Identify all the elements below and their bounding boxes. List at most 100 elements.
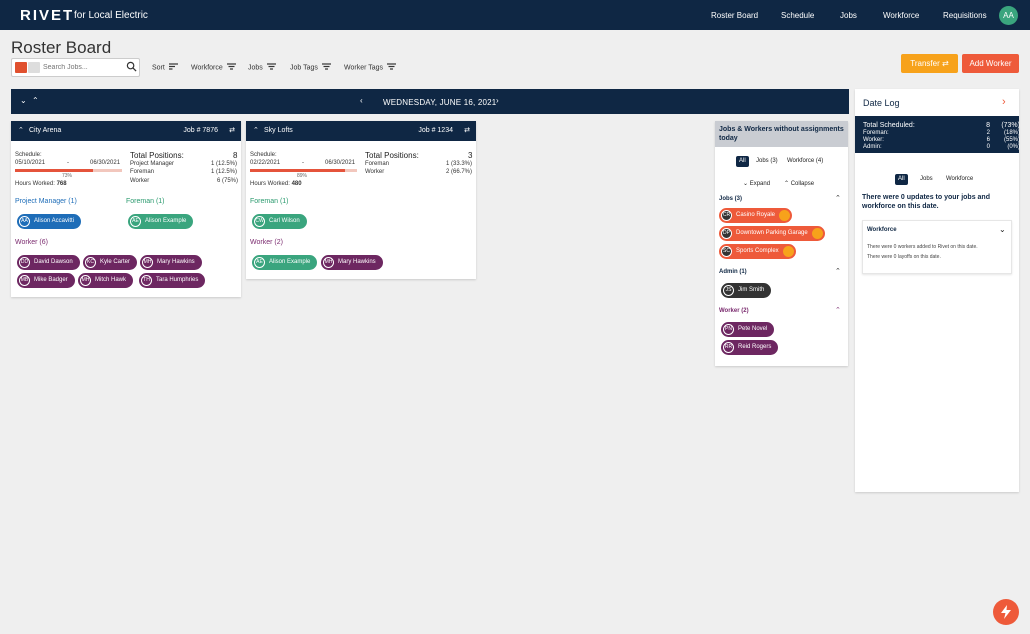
worker-name: Alison Example: [145, 218, 187, 224]
workforce-log-title: Workforce: [867, 227, 897, 233]
user-avatar[interactable]: AA: [999, 6, 1018, 25]
nav-requisitions[interactable]: Requisitions: [943, 11, 987, 20]
summary-key: Worker:: [863, 137, 884, 143]
worker-name: Alison Accavitti: [34, 218, 75, 224]
section-jobs: Jobs (3): [719, 196, 743, 202]
tab-workforce[interactable]: Workforce: [943, 174, 976, 185]
chevron-up-icon[interactable]: ⌃: [835, 306, 841, 314]
transfer-icon[interactable]: ⇄: [229, 126, 235, 134]
schedule-progress-bar: [250, 169, 357, 172]
worker-chip[interactable]: RR Reid Rogers: [721, 340, 779, 355]
date-log-message: There were 0 updates to your jobs and wo…: [862, 194, 990, 210]
worker-chip[interactable]: MB Mike Badger: [17, 273, 75, 288]
quick-action-button[interactable]: [993, 599, 1019, 625]
job-chip[interactable]: CR Casino Royale: [719, 208, 793, 223]
collapse-label: Collapse: [790, 181, 815, 187]
collapse-all-icon[interactable]: ⌃: [32, 96, 39, 105]
brand-logo[interactable]: RIVET: [20, 7, 74, 24]
workforce-log-line: There were 0 workers added to Rivet on t…: [867, 244, 978, 250]
worker-chip[interactable]: PN Pete Novel: [721, 322, 775, 337]
sort-filter[interactable]: Sort: [152, 63, 178, 72]
prev-date-icon[interactable]: ‹: [360, 96, 363, 105]
tab-all[interactable]: All: [736, 156, 749, 167]
worker-name: Mitch Hawk: [95, 277, 127, 283]
worker-chip[interactable]: MH Mary Hawkins: [140, 255, 202, 270]
job-chip[interactable]: DP Downtown Parking Garage: [719, 226, 825, 241]
nav-jobs[interactable]: Jobs: [840, 11, 857, 20]
worker-chip[interactable]: JS Jim Smith: [721, 283, 772, 298]
position-role: Foreman: [365, 161, 390, 167]
job-number: Job # 1234: [418, 127, 453, 134]
worker-chip[interactable]: AE Alison Example: [252, 255, 318, 270]
job-card-header[interactable]: ⌃ City Arena Job # 7876 ⇄: [11, 121, 241, 141]
schedule-label: Schedule:: [15, 152, 42, 158]
worker-name: Kyle Carter: [100, 259, 131, 265]
tab-all[interactable]: All: [895, 174, 908, 185]
avatar: MH: [323, 257, 334, 268]
lightning-icon: [1001, 605, 1011, 619]
collapse-icon[interactable]: ⌃: [253, 126, 259, 134]
worker-name: Tara Humphries: [156, 277, 199, 283]
summary-value: 8: [986, 122, 990, 129]
filter-icon: [387, 63, 397, 72]
expand-all-icon[interactable]: ⌄: [20, 96, 27, 105]
collapse-button[interactable]: ⌃ Collapse: [784, 180, 814, 187]
list-view-icon[interactable]: [28, 62, 40, 73]
chevron-down-icon[interactable]: ⌄: [999, 225, 1006, 234]
hours-worked: Hours Worked: 768: [15, 181, 67, 187]
job-chip[interactable]: SC Sports Complex: [719, 244, 796, 259]
avatar: MH: [80, 275, 91, 286]
nav-workforce[interactable]: Workforce: [883, 11, 919, 20]
jobs-filter-label: Jobs: [248, 64, 263, 72]
worker-name: Jim Smith: [738, 287, 765, 293]
worker-chip[interactable]: AA Alison Accavitti: [17, 214, 82, 229]
section-foreman: Foreman (1): [126, 198, 165, 205]
collapse-icon[interactable]: ⌃: [18, 126, 24, 134]
job-number: Job # 7876: [183, 127, 218, 134]
card-view-icon[interactable]: [15, 62, 27, 73]
tab-workforce[interactable]: Workforce (4): [784, 156, 826, 167]
tab-jobs[interactable]: Jobs (3): [753, 156, 781, 167]
search-icon[interactable]: [126, 61, 137, 74]
summary-percent: (73%): [1001, 122, 1020, 129]
chevron-down-icon: ⌄: [743, 181, 749, 187]
job-name: Casino Royale: [736, 212, 776, 218]
jobs-filter[interactable]: Jobs: [248, 63, 276, 72]
transfer-label: Transfer: [910, 59, 940, 68]
chevron-right-icon[interactable]: ›: [1002, 96, 1006, 108]
add-worker-button[interactable]: Add Worker: [962, 54, 1019, 73]
job-card-header[interactable]: ⌃ Sky Lofts Job # 1234 ⇄: [246, 121, 476, 141]
transfer-button[interactable]: Transfer ⇄: [901, 54, 958, 73]
next-date-icon[interactable]: ›: [496, 96, 499, 105]
worker-chip[interactable]: TH Tara Humphries: [139, 273, 206, 288]
job-tags-filter[interactable]: Job Tags: [290, 63, 331, 72]
avatar: TH: [141, 275, 152, 286]
nav-roster-board[interactable]: Roster Board: [711, 11, 758, 20]
summary-percent: (55%): [1003, 137, 1020, 143]
summary-key: Total Scheduled:: [863, 122, 915, 129]
worker-name: Carl Wilson: [269, 218, 300, 224]
transfer-icon[interactable]: ⇄: [464, 126, 470, 134]
workforce-filter-label: Workforce: [191, 64, 223, 72]
worker-tags-filter[interactable]: Worker Tags: [344, 63, 397, 72]
worker-chip[interactable]: KC Kyle Carter: [83, 255, 138, 270]
transfer-icon: ⇄: [942, 59, 949, 68]
schedule-end: 06/30/2021: [325, 160, 356, 166]
worker-chip[interactable]: AE Alison Example: [128, 214, 194, 229]
worker-name: David Dawson: [34, 259, 73, 265]
nav-schedule[interactable]: Schedule: [781, 11, 814, 20]
filter-icon: [226, 63, 236, 72]
workforce-filter[interactable]: Workforce: [191, 63, 236, 72]
position-count: 2 (66.7%): [446, 169, 473, 175]
worker-chip[interactable]: CW Carl Wilson: [252, 214, 307, 229]
tab-jobs[interactable]: Jobs: [917, 174, 936, 185]
worker-chip[interactable]: DD David Dawson: [17, 255, 80, 270]
section-worker: Worker (6): [15, 239, 48, 246]
search-input[interactable]: [43, 61, 123, 74]
worker-chip[interactable]: MH Mitch Hawk: [78, 273, 134, 288]
chevron-up-icon[interactable]: ⌃: [835, 267, 841, 275]
expand-button[interactable]: ⌄ Expand: [743, 180, 770, 187]
worker-chip[interactable]: MH Mary Hawkins: [321, 255, 383, 270]
chevron-up-icon[interactable]: ⌃: [835, 194, 841, 202]
hours-value: 768: [56, 181, 67, 187]
